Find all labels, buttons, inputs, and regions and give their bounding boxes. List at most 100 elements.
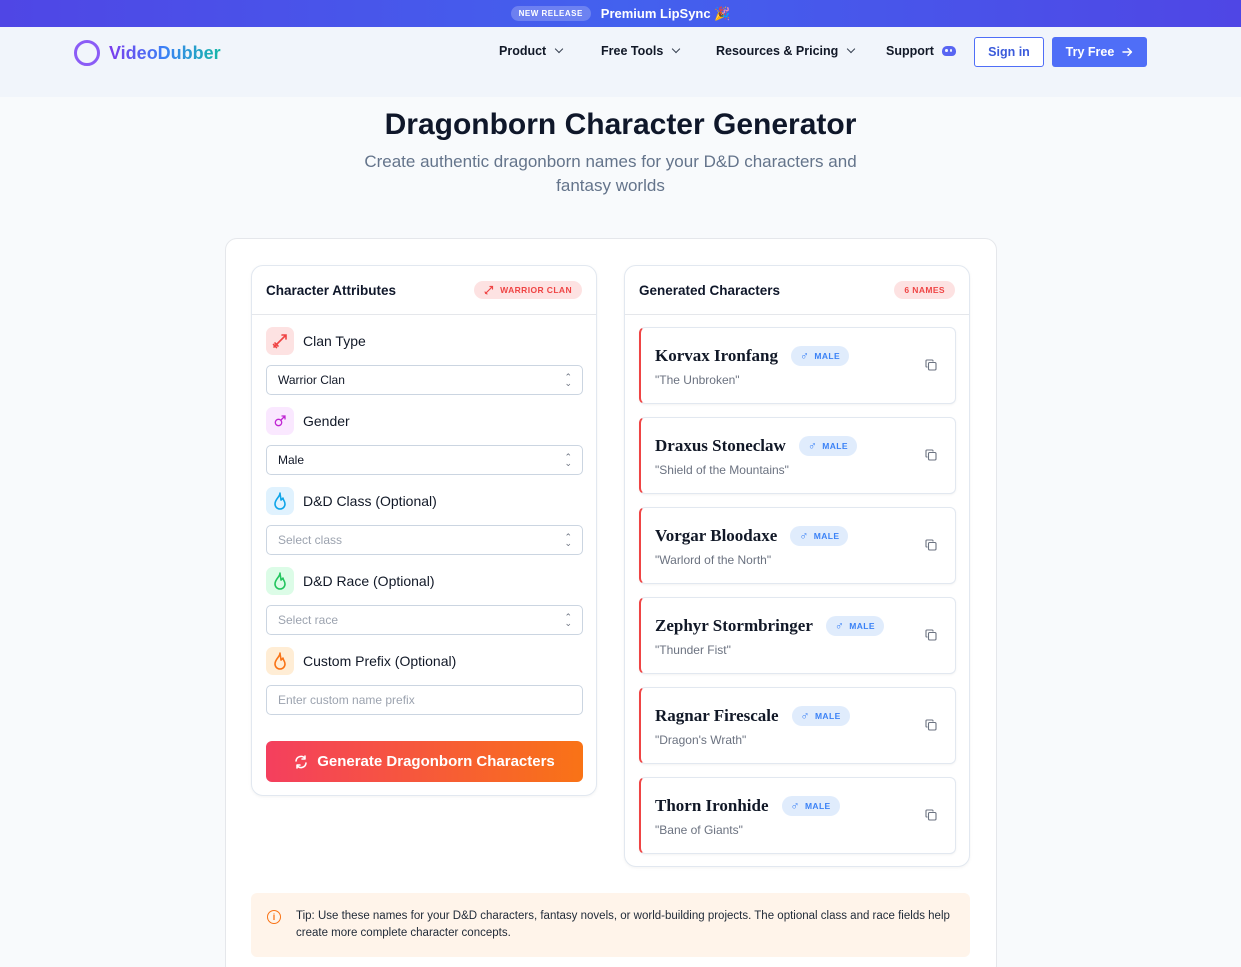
copy-icon[interactable] — [925, 629, 937, 641]
sign-in-button[interactable]: Sign in — [974, 37, 1044, 67]
logo-text: VideoDubber — [109, 42, 221, 63]
character-epithet: "The Unbroken" — [655, 373, 740, 387]
character-name: Zephyr Stormbringer — [655, 616, 813, 635]
results-panel: Generated Characters 6 NAMES Korvax Iron… — [624, 265, 970, 867]
prefix-label: Custom Prefix (Optional) — [266, 647, 456, 675]
copy-icon[interactable] — [925, 809, 937, 821]
try-free-label: Try Free — [1065, 45, 1115, 59]
gender-badge-label: MALE — [814, 711, 841, 721]
gender-badge: ♂ MALE — [791, 706, 850, 726]
character-epithet: "Shield of the Mountains" — [655, 463, 789, 477]
prefix-placeholder: Enter custom name prefix — [278, 693, 415, 707]
flame-icon — [266, 647, 294, 675]
gender-badge: ♂ MALE — [790, 526, 849, 546]
generate-button[interactable]: Generate Dragonborn Characters — [266, 741, 583, 782]
info-icon: i — [267, 910, 281, 924]
character-card[interactable]: Zephyr Stormbringer ♂ MALE "Thunder Fist" — [639, 597, 956, 674]
class-label: D&D Class (Optional) — [266, 487, 437, 515]
chevron-down-icon — [554, 44, 564, 54]
copy-icon[interactable] — [925, 539, 937, 551]
chevron-down-icon — [847, 44, 856, 54]
navbar: VideoDubber Product Free Tools Resources… — [0, 27, 1241, 97]
male-icon: ♂ — [800, 709, 810, 723]
nav-support[interactable]: Support — [886, 44, 956, 58]
chevron-down-icon — [672, 44, 681, 54]
nav-product-label: Product — [499, 44, 547, 58]
results-title: Generated Characters — [639, 282, 781, 298]
select-chevrons-icon: ⌃ ⌄ — [564, 532, 572, 548]
gender-badge-label: MALE — [813, 531, 840, 541]
character-card[interactable]: Thorn Ironhide ♂ MALE "Bane of Giants" — [639, 777, 956, 854]
character-card[interactable]: Ragnar Firescale ♂ MALE "Dragon's Wrath" — [639, 687, 956, 764]
character-name: Draxus Stoneclaw — [655, 436, 786, 455]
clan-badge-label: WARRIOR CLAN — [500, 285, 572, 295]
nav-support-label: Support — [886, 44, 934, 58]
tip-box: i Tip: Use these names for your D&D char… — [251, 893, 970, 957]
refresh-icon — [295, 754, 307, 769]
character-name: Vorgar Bloodaxe — [655, 526, 778, 545]
male-icon: ♂ — [799, 349, 810, 363]
race-label: D&D Race (Optional) — [266, 567, 435, 595]
male-icon — [266, 407, 294, 435]
nav-resources-pricing[interactable]: Resources & Pricing — [716, 44, 856, 58]
logo-ring-icon — [74, 40, 100, 66]
clan-type-value: Warrior Clan — [278, 373, 345, 387]
logo[interactable]: VideoDubber — [74, 40, 221, 66]
race-text: D&D Race (Optional) — [303, 573, 435, 589]
gender-text: Gender — [303, 413, 350, 429]
release-banner[interactable]: NEW RELEASE Premium LipSync 🎉 — [0, 0, 1241, 27]
select-chevrons-icon: ⌃ ⌄ — [564, 612, 572, 628]
gender-badge-label: MALE — [814, 351, 841, 361]
attributes-panel: Character Attributes WARRIOR CLAN Clan T… — [251, 265, 597, 796]
character-name: Ragnar Firescale — [655, 706, 779, 725]
clan-badge: WARRIOR CLAN — [474, 281, 582, 299]
character-card[interactable]: Vorgar Bloodaxe ♂ MALE "Warlord of the No… — [639, 507, 956, 584]
male-icon: ♂ — [790, 799, 800, 813]
copy-icon[interactable] — [925, 719, 937, 731]
flame-icon — [266, 567, 294, 595]
try-free-button[interactable]: Try Free — [1052, 37, 1147, 67]
character-name-row: Korvax Ironfang ♂ MALE — [655, 346, 850, 366]
prefix-text: Custom Prefix (Optional) — [303, 653, 457, 669]
character-card[interactable]: Korvax Ironfang ♂ MALE "The Unbroken" — [639, 327, 956, 404]
clan-type-select[interactable]: Warrior Clan ⌃ ⌄ — [266, 365, 583, 395]
names-count-badge: 6 NAMES — [894, 281, 955, 299]
nav-free-tools[interactable]: Free Tools — [601, 44, 681, 58]
class-select[interactable]: Select class ⌃ ⌄ — [266, 525, 583, 555]
clan-type-label: Clan Type — [266, 327, 366, 355]
character-epithet: "Thunder Fist" — [655, 643, 731, 657]
results-header: Generated Characters 6 NAMES — [625, 266, 969, 315]
prefix-input[interactable]: Enter custom name prefix — [266, 685, 583, 715]
class-placeholder: Select class — [278, 533, 343, 547]
character-card[interactable]: Draxus Stoneclaw ♂ MALE "Shield of the Mo… — [639, 417, 956, 494]
class-text: D&D Class (Optional) — [303, 493, 437, 509]
clan-type-text: Clan Type — [303, 333, 366, 349]
copy-icon[interactable] — [925, 449, 937, 461]
gender-badge: ♂ MALE — [798, 436, 857, 456]
race-select[interactable]: Select race ⌃ ⌄ — [266, 605, 583, 635]
gender-badge: ♂ MALE — [790, 346, 850, 366]
character-name-row: Draxus Stoneclaw ♂ MALE — [655, 436, 857, 456]
sword-icon — [266, 327, 294, 355]
character-epithet: "Dragon's Wrath" — [655, 733, 747, 747]
character-name-row: Vorgar Bloodaxe ♂ MALE — [655, 526, 849, 546]
character-name-row: Ragnar Firescale ♂ MALE — [655, 706, 850, 726]
banner-text: Premium LipSync 🎉 — [600, 5, 731, 21]
male-icon: ♂ — [834, 619, 845, 633]
character-name-row: Thorn Ironhide ♂ MALE — [655, 796, 840, 816]
gender-badge-label: MALE — [804, 801, 831, 811]
character-epithet: "Warlord of the North" — [655, 553, 772, 567]
gender-badge-label: MALE — [822, 441, 848, 451]
character-name-row: Zephyr Stormbringer ♂ MALE — [655, 616, 884, 636]
nav-product[interactable]: Product — [499, 44, 564, 58]
copy-icon[interactable] — [925, 359, 937, 371]
select-chevrons-icon: ⌃ ⌄ — [564, 452, 572, 468]
gender-badge: ♂ MALE — [825, 616, 884, 636]
nav-resources-label: Resources & Pricing — [716, 44, 839, 58]
new-release-badge: NEW RELEASE — [510, 6, 591, 21]
flame-icon — [266, 487, 294, 515]
gender-badge-label: MALE — [849, 621, 875, 631]
arrow-right-icon — [1122, 47, 1133, 57]
gender-badge: ♂ MALE — [781, 796, 840, 816]
gender-select[interactable]: Male ⌃ ⌄ — [266, 445, 583, 475]
